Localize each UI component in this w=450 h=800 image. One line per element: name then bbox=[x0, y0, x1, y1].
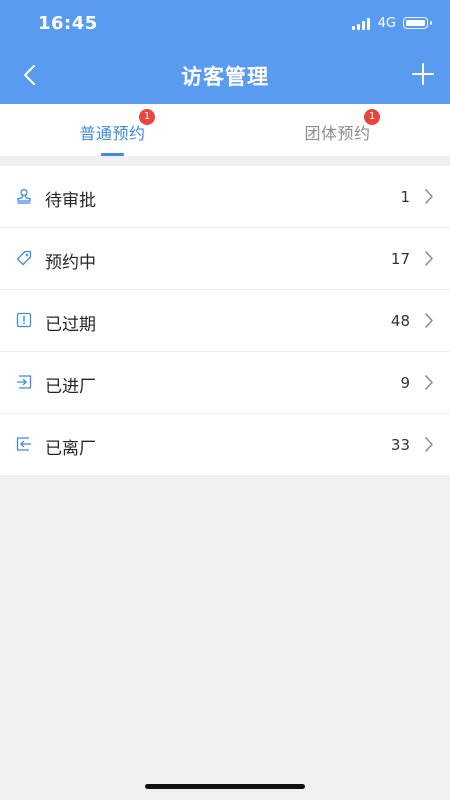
status-time: 16:45 bbox=[38, 13, 98, 34]
signal-icon bbox=[351, 17, 372, 30]
enter-icon bbox=[16, 374, 32, 390]
list-item-count: 48 bbox=[390, 312, 410, 330]
tab-bar: 普通预约 1 团体预约 1 bbox=[0, 104, 450, 156]
list-item-label: 已离厂 bbox=[45, 439, 96, 459]
alert-icon bbox=[16, 312, 32, 328]
list-item-pending[interactable]: 待审批 1 bbox=[0, 166, 450, 228]
tab-normal-booking[interactable]: 普通预约 1 bbox=[0, 104, 225, 156]
nav-bar: 访客管理 bbox=[0, 46, 450, 104]
list-item-booked[interactable]: 预约中 17 bbox=[0, 228, 450, 290]
tag-icon bbox=[16, 250, 32, 266]
chevron-right-icon bbox=[424, 312, 434, 329]
list-item-exited[interactable]: 已离厂 33 bbox=[0, 414, 450, 475]
app-header: 16:45 4G 访客管理 bbox=[0, 0, 450, 104]
list-item-count: 9 bbox=[400, 374, 410, 392]
tab-badge: 1 bbox=[364, 109, 380, 125]
chevron-right-icon bbox=[424, 188, 434, 205]
tab-group-booking[interactable]: 团体预约 1 bbox=[225, 104, 450, 156]
list-item-count: 17 bbox=[390, 250, 410, 268]
list-item-label: 预约中 bbox=[45, 253, 96, 273]
stamp-icon bbox=[16, 188, 32, 204]
chevron-right-icon bbox=[424, 250, 434, 267]
list-item-count: 1 bbox=[400, 188, 410, 206]
chevron-right-icon bbox=[424, 374, 434, 391]
list-item-expired[interactable]: 已过期 48 bbox=[0, 290, 450, 352]
list-item-entered[interactable]: 已进厂 9 bbox=[0, 352, 450, 414]
network-type: 4G bbox=[377, 15, 396, 31]
chevron-right-icon bbox=[424, 436, 434, 453]
visitor-status-list: 待审批 1 预约中 17 已过期 48 已进厂 9 已离厂 33 bbox=[0, 166, 450, 475]
status-indicators: 4G bbox=[351, 14, 432, 32]
tab-label: 团体预约 bbox=[304, 124, 371, 143]
plus-icon[interactable] bbox=[410, 61, 436, 87]
exit-icon bbox=[16, 436, 32, 452]
battery-icon bbox=[403, 17, 432, 29]
home-indicator[interactable] bbox=[145, 784, 305, 789]
list-item-label: 已过期 bbox=[45, 315, 96, 335]
page-title: 访客管理 bbox=[181, 65, 269, 89]
status-bar: 16:45 4G bbox=[0, 0, 450, 46]
list-item-label: 已进厂 bbox=[45, 377, 96, 397]
tab-active-indicator bbox=[101, 153, 124, 156]
list-item-label: 待审批 bbox=[45, 191, 96, 211]
tab-label: 普通预约 bbox=[79, 124, 146, 143]
tab-badge: 1 bbox=[139, 109, 155, 125]
list-item-count: 33 bbox=[390, 436, 410, 454]
